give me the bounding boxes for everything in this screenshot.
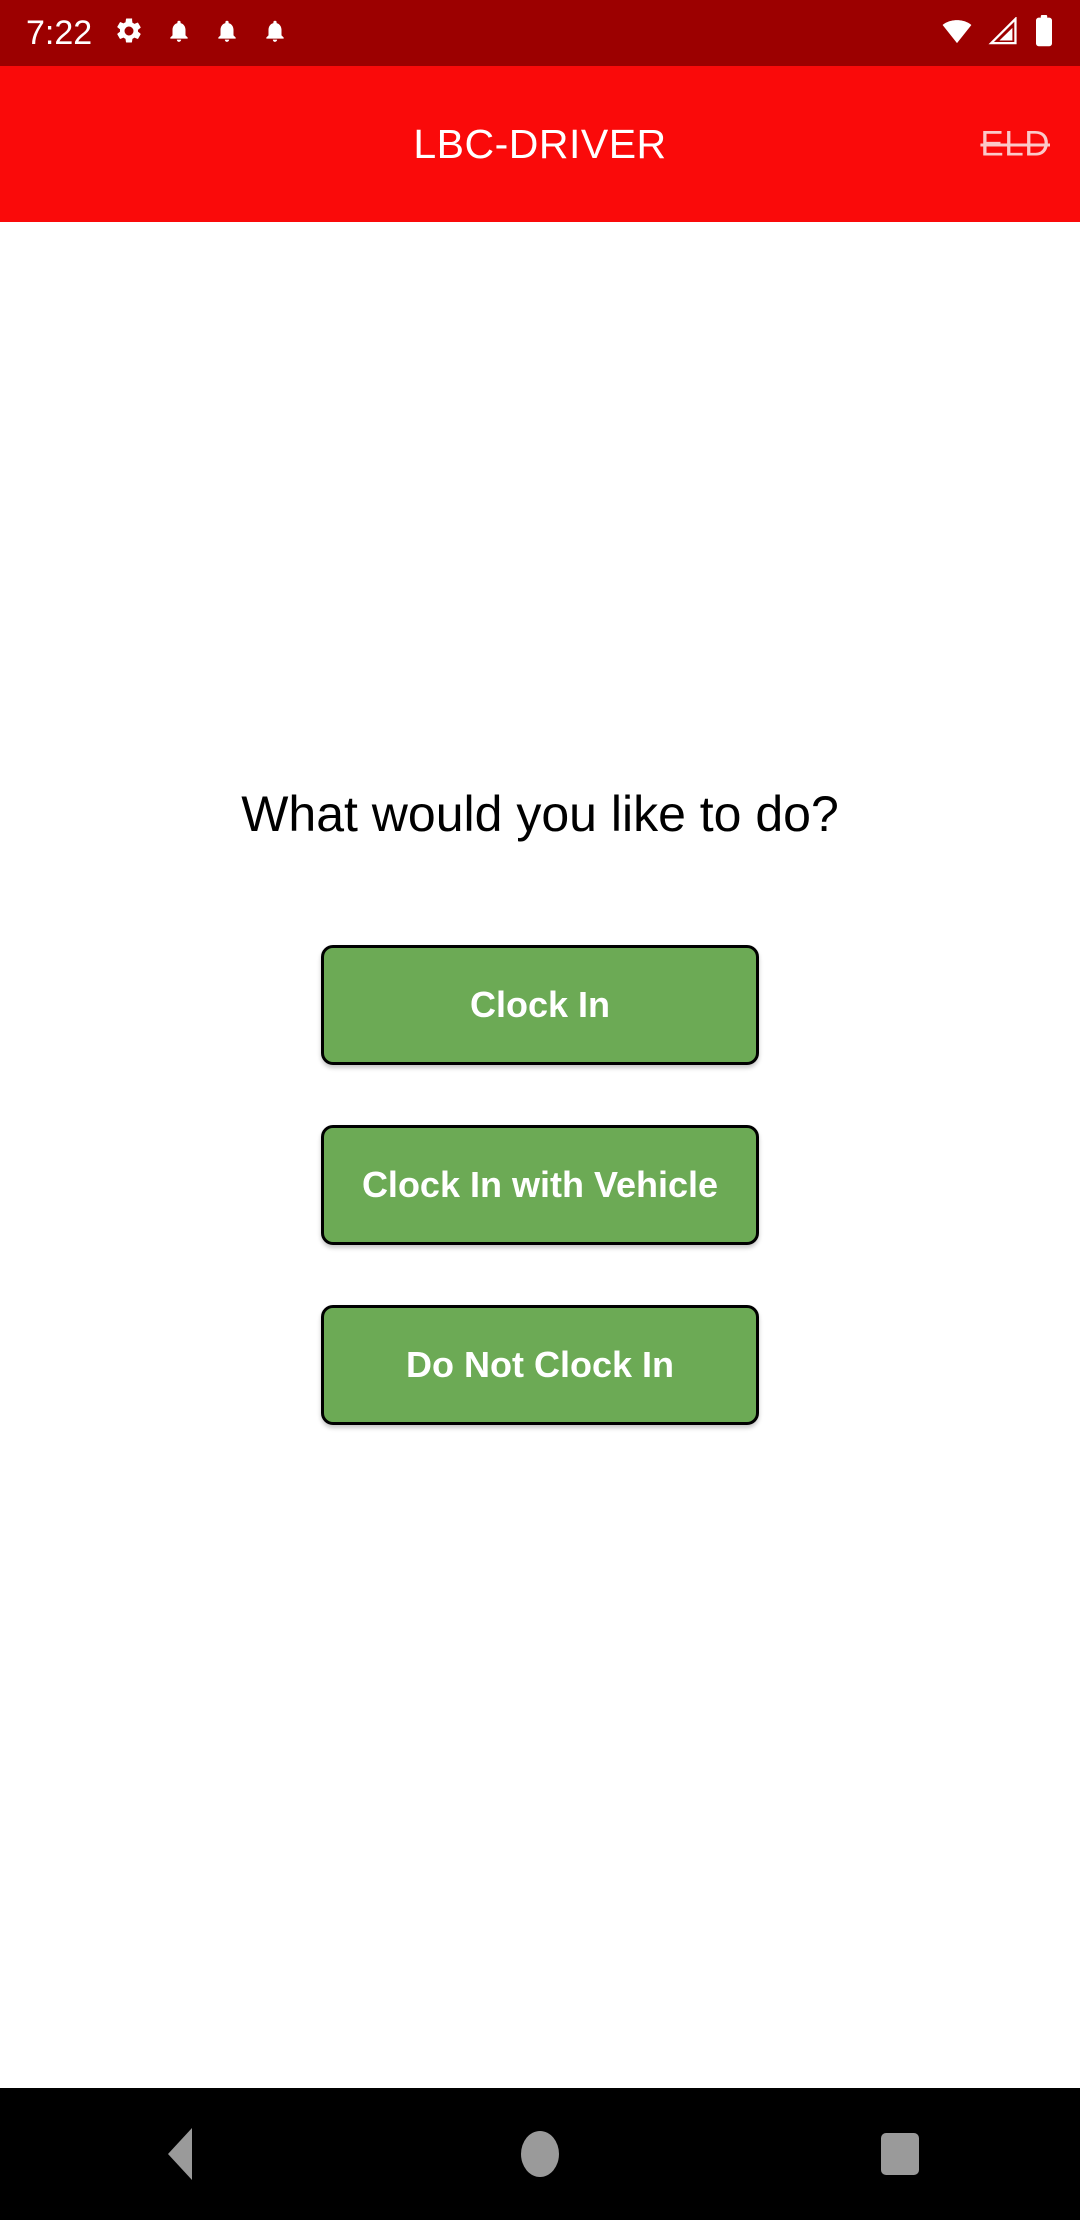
- status-bar-left-group: 7:22: [26, 16, 288, 51]
- nav-recents-button[interactable]: [815, 2088, 985, 2220]
- android-navigation-bar: [0, 2088, 1080, 2220]
- nav-back-button[interactable]: [95, 2088, 265, 2220]
- notification-bell-icon: [166, 17, 192, 50]
- settings-gear-icon: [114, 16, 144, 51]
- nav-home-button[interactable]: [455, 2088, 625, 2220]
- wifi-icon: [940, 17, 974, 50]
- clock-in-with-vehicle-button[interactable]: Clock In with Vehicle: [321, 1125, 759, 1245]
- notification-bell-icon: [214, 17, 240, 50]
- action-button-group: Clock In Clock In with Vehicle Do Not Cl…: [0, 945, 1080, 1425]
- status-bar-right-group: [940, 14, 1058, 52]
- recents-square-icon: [881, 2133, 919, 2175]
- phone-screen: 7:22 LBC-DRIVER ELD What would you like …: [0, 0, 1080, 2220]
- home-circle-icon: [521, 2131, 559, 2177]
- page-title: LBC-DRIVER: [413, 120, 667, 167]
- status-bar-clock: 7:22: [26, 14, 93, 52]
- battery-icon: [1034, 14, 1054, 52]
- back-triangle-icon: [168, 2128, 192, 2180]
- clock-in-button[interactable]: Clock In: [321, 945, 759, 1065]
- notification-bell-icon: [262, 17, 288, 50]
- status-bar: 7:22: [0, 0, 1080, 66]
- app-header-bar: LBC-DRIVER ELD: [0, 66, 1080, 222]
- main-content: What would you like to do? Clock In Cloc…: [0, 222, 1080, 2088]
- cellular-signal-icon: [988, 15, 1020, 50]
- do-not-clock-in-button[interactable]: Do Not Clock In: [321, 1305, 759, 1425]
- eld-action-button[interactable]: ELD: [980, 127, 1050, 162]
- prompt-heading: What would you like to do?: [241, 786, 839, 842]
